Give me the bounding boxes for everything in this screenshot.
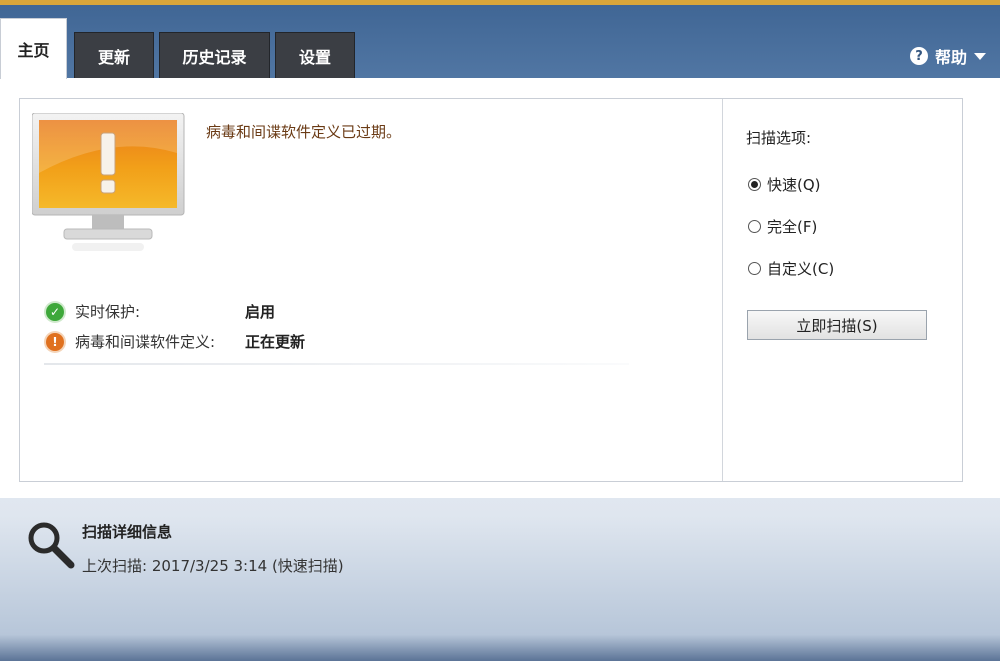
status-value: 启用: [245, 303, 276, 321]
help-menu[interactable]: ? 帮助: [909, 44, 986, 68]
tab-update[interactable]: 更新: [74, 32, 154, 78]
scan-now-button[interactable]: 立即扫描(S): [747, 310, 927, 340]
radio-unchecked-icon: [748, 220, 761, 233]
scan-options-title: 扫描选项:: [746, 129, 812, 147]
check-circle-icon: ✓: [46, 302, 64, 321]
magnifier-icon: [28, 522, 75, 569]
radio-custom-scan[interactable]: 自定义(C): [748, 258, 834, 279]
radio-label: 完全(F): [767, 218, 818, 236]
scan-now-label: 立即扫描(S): [796, 316, 878, 335]
alert-message: 病毒和间谍软件定义已过期。: [206, 123, 402, 141]
tab-history-label: 历史记录: [182, 47, 247, 67]
tab-update-label: 更新: [97, 47, 130, 67]
warning-circle-icon: !: [46, 332, 64, 351]
status-row-definitions: ! 病毒和间谍软件定义: 正在更新: [46, 331, 305, 352]
help-label: 帮助: [934, 48, 967, 67]
last-scan-info: 上次扫描: 2017/3/25 3:14 (快速扫描): [82, 557, 344, 575]
status-label: 病毒和间谍软件定义:: [75, 333, 216, 351]
radio-full-scan[interactable]: 完全(F): [748, 216, 817, 237]
status-pane: 病毒和间谍软件定义已过期。 ✓ 实时保护: 启用 ! 病毒和间谍软件定义: 正在…: [19, 98, 963, 482]
pane-divider: [722, 99, 723, 481]
warning-monitor-icon: [32, 113, 185, 251]
divider: [44, 363, 629, 365]
main-panel: 病毒和间谍软件定义已过期。 ✓ 实时保护: 启用 ! 病毒和间谍软件定义: 正在…: [0, 78, 1000, 498]
status-value: 正在更新: [245, 333, 306, 351]
radio-label: 快速(Q): [767, 176, 821, 194]
radio-checked-icon: [748, 178, 761, 191]
question-circle-icon: ?: [909, 47, 928, 65]
chevron-down-icon: [974, 52, 986, 60]
tab-settings-label: 设置: [298, 47, 331, 67]
status-label: 实时保护:: [75, 303, 141, 321]
radio-unchecked-icon: [748, 262, 761, 275]
status-row-realtime: ✓ 实时保护: 启用: [46, 301, 275, 322]
tab-home[interactable]: 主页: [0, 18, 67, 79]
tab-history[interactable]: 历史记录: [159, 32, 270, 78]
radio-label: 自定义(C): [767, 260, 835, 278]
radio-quick-scan[interactable]: 快速(Q): [748, 174, 821, 195]
tab-settings[interactable]: 设置: [275, 32, 355, 78]
tab-home-label: 主页: [17, 41, 50, 60]
window-top-accent: [0, 0, 1000, 5]
scan-details-title: 扫描详细信息: [82, 523, 173, 541]
